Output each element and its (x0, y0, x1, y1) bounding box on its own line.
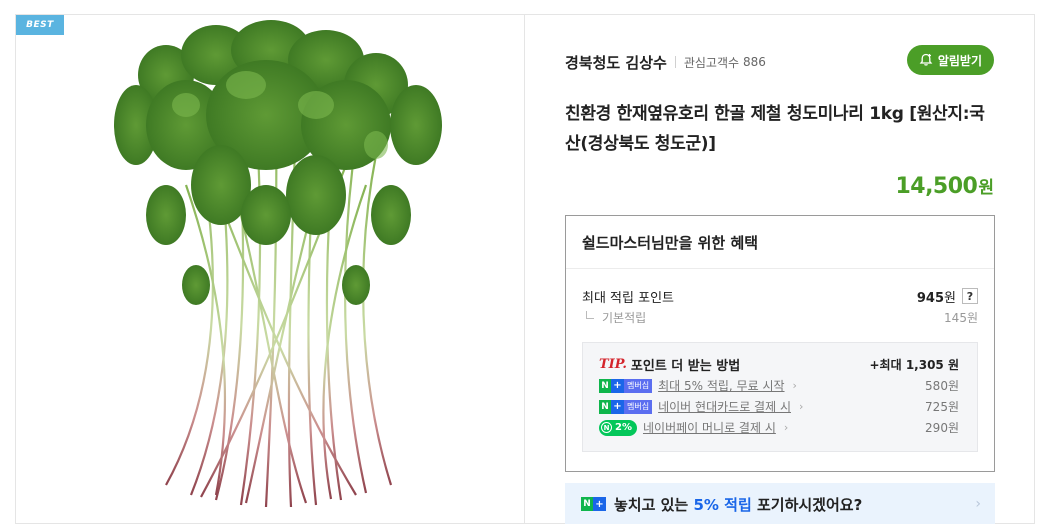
promo-text: 놓치고 있는 5% 적립 포기하시겠어요? (614, 494, 862, 515)
help-button[interactable]: ? (962, 288, 978, 304)
elbow-connector-icon (586, 311, 594, 319)
promo-text-before: 놓치고 있는 (614, 495, 694, 514)
promo-highlight: 5% 적립 (693, 495, 752, 514)
base-point-label: 기본적립 (602, 310, 647, 325)
tip-amount: 290원 (925, 421, 959, 435)
alarm-button[interactable]: 알림받기 (906, 45, 994, 75)
seller-name[interactable]: 경북청도 김상수 (565, 52, 667, 73)
chevron-right-icon: › (792, 379, 797, 392)
base-point-label-wrap: 기본적립 (582, 309, 646, 326)
chevron-right-icon: › (798, 400, 804, 413)
tip-link-membership[interactable]: 최대 5% 적립, 무료 시작 (658, 377, 784, 394)
tip-link-card[interactable]: 네이버 현대카드로 결제 시 (658, 398, 791, 415)
naver-pay-n-icon: N (601, 422, 612, 433)
price-unit: 원 (978, 178, 994, 198)
price-row: 14,500 원 (895, 173, 994, 199)
max-point-value: 945원 (917, 287, 956, 306)
plus-icon: + (593, 497, 606, 511)
max-point-label: 최대 적립 포인트 (582, 290, 674, 306)
base-point-row: 기본적립 145원 (582, 308, 978, 326)
naver-pay-badge: N 2% (599, 419, 637, 436)
product-image[interactable] (16, 15, 525, 524)
tip-amount: 580원 (925, 379, 959, 393)
tip-item-left: N + 멤버십 최대 5% 적립, 무료 시작 › (599, 377, 797, 394)
tip-item-left: N 2% 네이버페이 머니로 결제 시 › (599, 419, 788, 436)
tip-amount: 725원 (925, 400, 959, 414)
tip-mark: TIP. (599, 356, 627, 372)
max-point-unit: 원 (944, 290, 956, 306)
seller-row: 경북청도 김상수 관심고객수 886 알림받기 (565, 45, 994, 75)
membership-promo-banner[interactable]: N + 놓치고 있는 5% 적립 포기하시겠어요? › (565, 483, 995, 524)
tip-item-membership[interactable]: N + 멤버십 최대 5% 적립, 무료 시작 › 580원 (599, 375, 959, 396)
tip-box: TIP. 포인트 더 받는 방법 +최대 1,305 원 N + 멤버십 최대 … (582, 342, 978, 452)
tip-item-card[interactable]: N + 멤버십 네이버 현대카드로 결제 시 › 725원 (599, 396, 959, 417)
naver-n-icon: N (581, 497, 593, 511)
plus-icon: + (611, 399, 624, 414)
product-detail-page: BEST 경북청도 김상수 관심고객수 886 알림받기 친환경 한재옆유호리 … (0, 0, 1045, 524)
membership-badge-text: 멤버십 (624, 378, 653, 393)
plus-icon: + (611, 378, 624, 393)
naver-membership-badge: N + 멤버십 (599, 378, 653, 393)
benefit-title: 쉴드마스터님만을 위한 혜택 (566, 216, 994, 269)
pay-badge-text: 2% (615, 422, 632, 433)
base-point-value: 145원 (944, 310, 978, 325)
naver-plus-badge: N + (581, 497, 606, 511)
product-info-panel: 경북청도 김상수 관심고객수 886 알림받기 친환경 한재옆유호리 한골 제철… (525, 14, 1035, 524)
membership-badge-text: 멤버십 (624, 399, 653, 414)
tip-item-left: N + 멤버십 네이버 현대카드로 결제 시 › (599, 398, 803, 415)
tip-link-pay[interactable]: 네이버페이 머니로 결제 시 (643, 419, 776, 436)
tip-header: TIP. 포인트 더 받는 방법 +최대 1,305 원 (599, 353, 959, 375)
max-point-number: 945 (916, 290, 945, 306)
tip-item-pay[interactable]: N 2% 네이버페이 머니로 결제 시 › 290원 (599, 417, 959, 438)
chevron-right-icon: › (975, 496, 981, 512)
tip-max: +최대 1,305 원 (869, 357, 960, 372)
divider (674, 56, 676, 68)
best-badge: BEST (16, 15, 64, 35)
price-value: 14,500 (895, 174, 978, 199)
alarm-button-label: 알림받기 (937, 53, 982, 68)
product-title: 친환경 한재옆유호리 한골 제철 청도미나리 1kg [원산지:국산(경상북도 … (565, 104, 985, 154)
leaves (114, 20, 442, 305)
naver-n-icon: N (599, 399, 611, 414)
bell-plus-icon (919, 53, 933, 67)
interest-count: 886 (743, 55, 766, 69)
naver-membership-badge: N + 멤버십 (599, 399, 653, 414)
max-point-row: 최대 적립 포인트 945원 ? (582, 286, 978, 306)
benefit-box: 쉴드마스터님만을 위한 혜택 최대 적립 포인트 945원 ? 기본적립 145… (565, 215, 995, 472)
tip-title-wrap: TIP. 포인트 더 받는 방법 (599, 355, 740, 374)
promo-text-after: 포기하시겠어요? (751, 495, 863, 514)
product-image-panel: BEST (15, 14, 525, 524)
naver-n-icon: N (599, 378, 611, 393)
chevron-right-icon: › (783, 421, 789, 434)
interest-label: 관심고객수 (683, 55, 740, 70)
max-point-value-wrap: 945원 ? (917, 287, 978, 306)
tip-title: 포인트 더 받는 방법 (630, 358, 741, 374)
